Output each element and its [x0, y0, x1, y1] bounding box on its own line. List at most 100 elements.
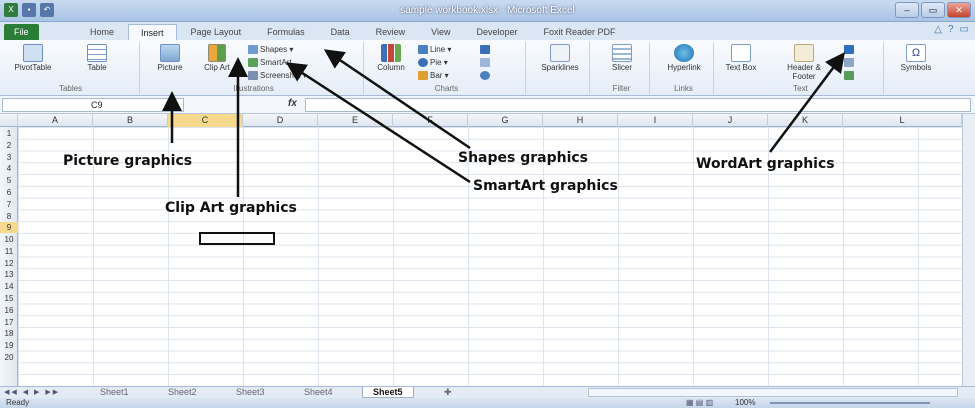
smartart-button[interactable]: SmartArt [248, 58, 292, 68]
group-illustrations-label: Illustrations [233, 84, 274, 93]
row-header[interactable]: 11 [0, 246, 18, 257]
column-header-f[interactable]: F [393, 114, 468, 127]
column-header-k[interactable]: K [768, 114, 843, 127]
row-header[interactable]: 8 [0, 211, 18, 222]
scatter-chart-button[interactable] [480, 58, 492, 68]
insert-sheet-icon[interactable]: ✚ [434, 387, 462, 398]
wordart-button[interactable] [844, 45, 856, 55]
group-tables-label: Tables [58, 84, 83, 93]
area-chart-button[interactable] [480, 45, 492, 55]
restore-icon[interactable]: ▭ [960, 24, 969, 35]
row-header[interactable]: 15 [0, 293, 18, 304]
window-controls: – ▭ ✕ [895, 2, 971, 18]
pie-chart-button[interactable]: Pie ▾ [418, 58, 448, 68]
row-header[interactable]: 2 [0, 140, 18, 151]
column-header-e[interactable]: E [318, 114, 393, 127]
line-chart-button[interactable]: Line ▾ [418, 45, 451, 55]
row-header[interactable]: 12 [0, 258, 18, 269]
row-header[interactable]: 19 [0, 340, 18, 351]
column-chart-button[interactable]: Column [370, 44, 412, 72]
formula-bar: C9 fx [0, 96, 975, 114]
column-header-c[interactable]: C [168, 114, 243, 127]
sheet-tab-sheet1[interactable]: Sheet1 [90, 387, 139, 398]
sheet-tab-sheet3[interactable]: Sheet3 [226, 387, 275, 398]
row-header[interactable]: 4 [0, 163, 18, 174]
row-header[interactable]: 17 [0, 317, 18, 328]
sheet-tab-sheet5[interactable]: Sheet5 [362, 387, 414, 398]
row-header[interactable]: 1 [0, 128, 18, 139]
sparklines-button[interactable]: Sparklines [534, 44, 586, 72]
sheet-tab-sheet2[interactable]: Sheet2 [158, 387, 207, 398]
row-header[interactable]: 16 [0, 305, 18, 316]
column-header-h[interactable]: H [543, 114, 618, 127]
column-header-b[interactable]: B [93, 114, 168, 127]
row-header[interactable]: 20 [0, 352, 18, 363]
clip-art-button[interactable]: Clip Art [200, 44, 234, 72]
group-sparklines: Sparklines [530, 42, 590, 94]
zoom-slider[interactable] [770, 402, 930, 404]
picture-button[interactable]: Picture [150, 44, 190, 72]
horizontal-scrollbar[interactable] [588, 388, 958, 397]
formula-input[interactable] [305, 98, 971, 112]
shapes-button[interactable]: Shapes ▾ [248, 45, 293, 55]
row-header-selected[interactable]: 9 [0, 222, 18, 233]
tab-developer[interactable]: Developer [464, 24, 529, 40]
tab-page-layout[interactable]: Page Layout [179, 24, 254, 40]
name-box[interactable]: C9 [2, 98, 184, 112]
column-header-g[interactable]: G [468, 114, 543, 127]
sparklines-label: Sparklines [541, 63, 579, 72]
zoom-level[interactable]: 100% [735, 398, 755, 408]
table-button[interactable]: Table [74, 44, 120, 72]
tab-insert[interactable]: Insert [128, 24, 177, 40]
tab-view[interactable]: View [419, 24, 462, 40]
slicer-label: Slicer [611, 63, 632, 72]
column-header-i[interactable]: I [618, 114, 693, 127]
tab-home[interactable]: Home [78, 24, 126, 40]
row-header[interactable]: 5 [0, 175, 18, 186]
annotation-picture-graphics: Picture graphics [63, 153, 193, 169]
group-filter-label: Filter [612, 84, 631, 93]
selected-cell-c9[interactable] [199, 232, 275, 245]
group-charts-label: Charts [434, 84, 459, 93]
row-header[interactable]: 13 [0, 269, 18, 280]
tab-foxit-reader-pdf[interactable]: Foxit Reader PDF [532, 24, 628, 40]
minimize-button[interactable]: – [895, 2, 919, 18]
sheet-tab-sheet4[interactable]: Sheet4 [294, 387, 343, 398]
object-button[interactable] [844, 71, 856, 81]
row-header[interactable]: 3 [0, 152, 18, 163]
close-button[interactable]: ✕ [947, 2, 971, 18]
text-box-button[interactable]: Text Box [724, 44, 758, 72]
maximize-button[interactable]: ▭ [921, 2, 945, 18]
pivottable-button[interactable]: PivotTable [8, 44, 58, 72]
hyperlink-button[interactable]: Hyperlink [658, 44, 710, 72]
minimize-ribbon-icon[interactable]: △ [934, 24, 942, 35]
screenshot-button[interactable]: Screenshot ▾ [248, 71, 307, 81]
tab-data[interactable]: Data [319, 24, 362, 40]
tab-file[interactable]: File [4, 24, 39, 40]
symbols-button[interactable]: Ω Symbols [892, 44, 940, 72]
header-footer-button[interactable]: Header & Footer [778, 44, 830, 81]
tab-review[interactable]: Review [364, 24, 418, 40]
slicer-button[interactable]: Slicer [600, 44, 644, 72]
row-header[interactable]: 7 [0, 199, 18, 210]
row-header[interactable]: 14 [0, 281, 18, 292]
slicer-icon [612, 44, 632, 62]
column-header-l[interactable]: L [843, 114, 962, 127]
header-footer-icon [794, 44, 814, 62]
signature-line-button[interactable] [844, 58, 856, 68]
select-all-corner[interactable] [0, 114, 18, 127]
row-header[interactable]: 10 [0, 234, 18, 245]
other-charts-button[interactable] [480, 71, 492, 81]
tab-formulas[interactable]: Formulas [255, 24, 317, 40]
vertical-scrollbar[interactable] [962, 114, 975, 386]
column-header-d[interactable]: D [243, 114, 318, 127]
column-header-a[interactable]: A [18, 114, 93, 127]
view-buttons-icon[interactable]: ▦ ▤ ▥ [686, 398, 713, 408]
insert-function-icon[interactable]: fx [288, 98, 297, 109]
sheet-navigation-arrows[interactable]: ◀◀ ◀ ▶ ▶▶ [4, 388, 60, 396]
column-header-j[interactable]: J [693, 114, 768, 127]
row-header[interactable]: 6 [0, 187, 18, 198]
bar-chart-button[interactable]: Bar ▾ [418, 71, 449, 81]
help-icon[interactable]: ? [948, 24, 954, 35]
row-header[interactable]: 18 [0, 328, 18, 339]
